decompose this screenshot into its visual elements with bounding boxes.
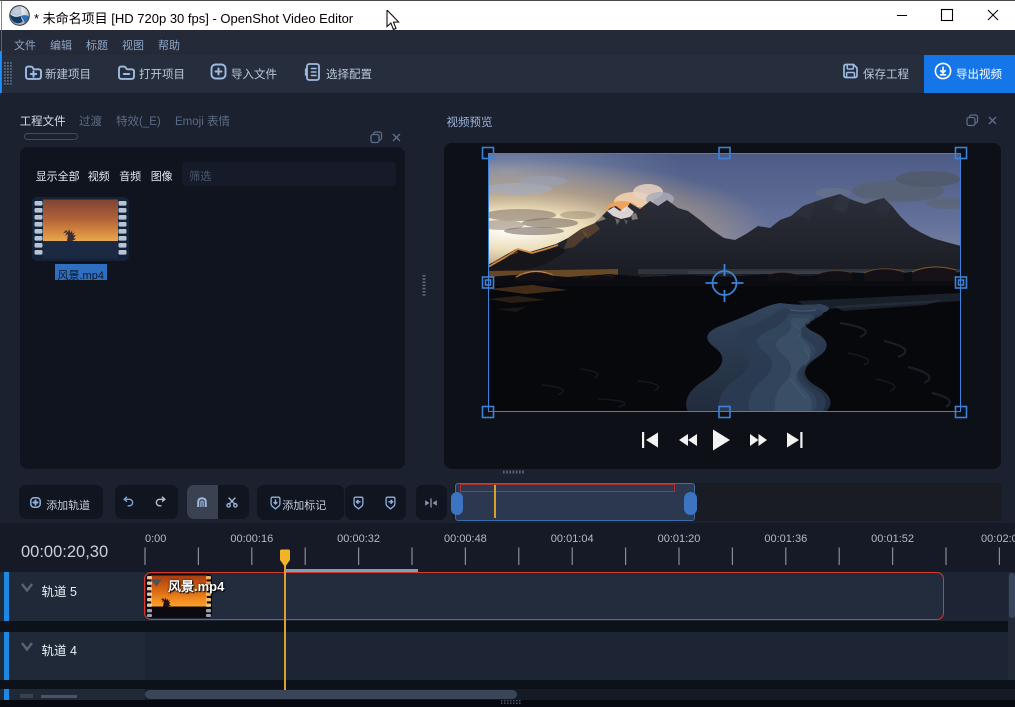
svg-text:00:01:52: 00:01:52 xyxy=(871,533,914,545)
svg-text:00:01:20: 00:01:20 xyxy=(658,533,701,545)
svg-text:00:00:32: 00:00:32 xyxy=(337,533,380,545)
svg-text:00:01:36: 00:01:36 xyxy=(764,533,807,545)
svg-text:00:00:16: 00:00:16 xyxy=(230,533,273,545)
svg-text:00:02:0: 00:02:0 xyxy=(981,533,1015,545)
svg-text:00:00:48: 00:00:48 xyxy=(444,533,487,545)
svg-text:00:01:04: 00:01:04 xyxy=(551,533,594,545)
svg-text:0:00: 0:00 xyxy=(145,533,166,545)
